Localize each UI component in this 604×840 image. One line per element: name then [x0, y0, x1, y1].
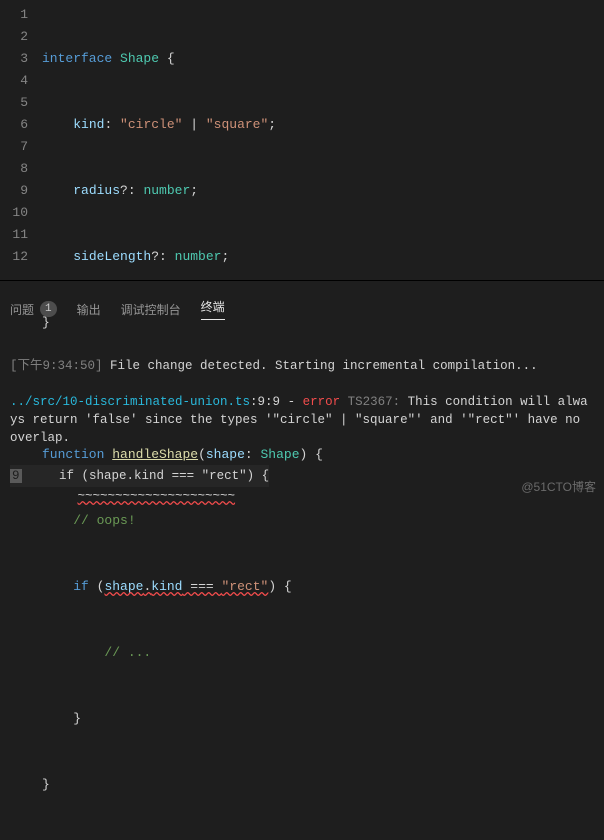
tab-output[interactable]: 输出 [77, 298, 101, 320]
line-gutter: 123 456 789 101112 [0, 0, 42, 280]
tab-debug-console[interactable]: 调试控制台 [121, 298, 181, 320]
error-label: error [303, 395, 341, 409]
error-line-number: 9 [10, 469, 22, 483]
tab-terminal[interactable]: 终端 [201, 298, 225, 320]
tab-problems[interactable]: 问题 1 [10, 298, 57, 320]
code-area[interactable]: interface Shape { kind: "circle" | "squa… [42, 0, 604, 280]
tab-problems-label: 问题 [10, 301, 34, 318]
error-file-path[interactable]: ../src/10-discriminated-union.ts [10, 395, 250, 409]
problems-badge: 1 [40, 301, 57, 317]
compile-msg: File change detected. Starting increment… [103, 359, 538, 373]
watermark: @51CTO博客 [521, 478, 596, 495]
timestamp: [下午9:34:50] [10, 359, 103, 373]
code-editor[interactable]: 123 456 789 101112 interface Shape { kin… [0, 0, 604, 280]
